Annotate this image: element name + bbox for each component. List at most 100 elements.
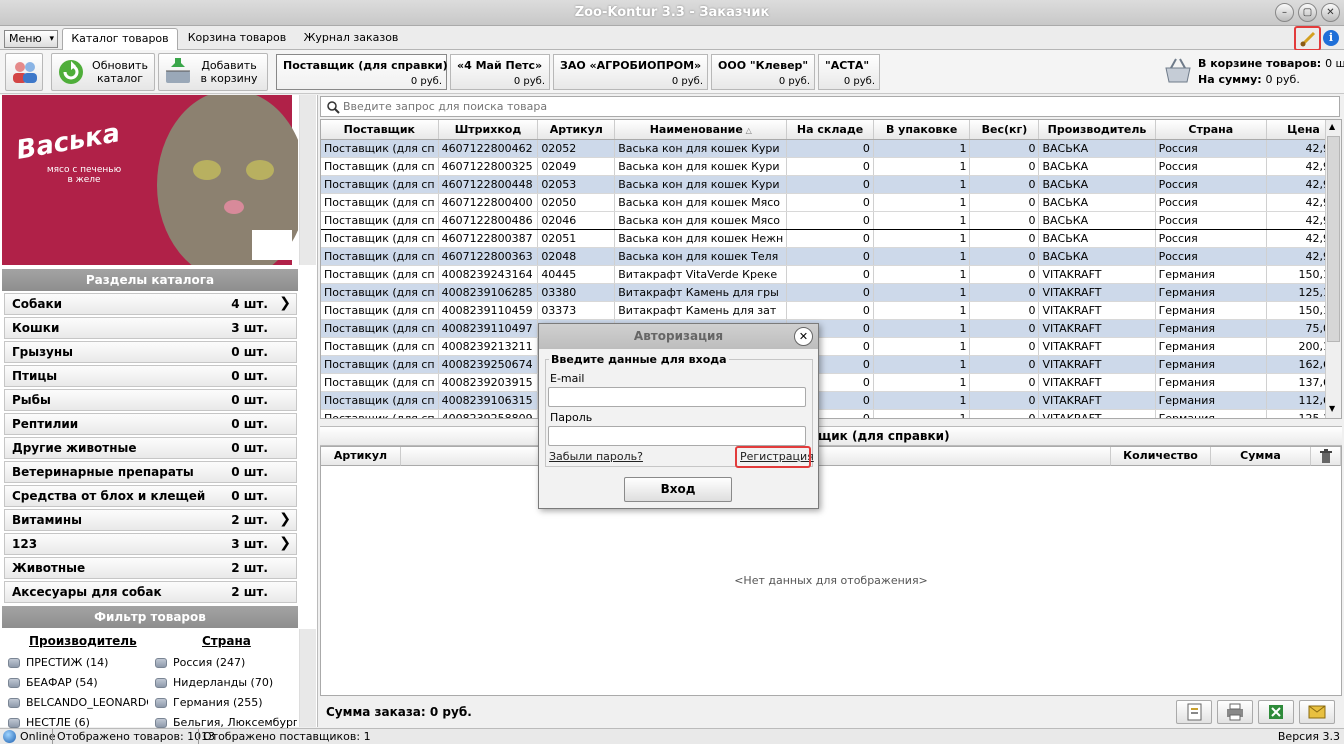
table-row[interactable]: Поставщик (для сп400823910631515010VITAK…	[321, 391, 1341, 410]
column-header[interactable]: Производитель	[1038, 120, 1156, 140]
table-row[interactable]: Поставщик (для сп 4607122800486 02046 Васьк…	[321, 210, 1341, 230]
supplier-tab-0[interactable]: Поставщик (для справки) 0 руб.	[276, 54, 448, 90]
image-scrollbar[interactable]	[299, 95, 316, 265]
login-button[interactable]: Вход	[624, 477, 732, 502]
catalog-item[interactable]: Рептилии 0 шт.	[4, 413, 297, 435]
add-to-cart-button[interactable]: Добавить в корзину	[158, 53, 268, 91]
order-col-delete[interactable]	[1311, 447, 1341, 466]
tab-catalog[interactable]: Каталог товаров	[62, 28, 178, 50]
catalog-item[interactable]: Средства от блох и клещей 0 шт.	[4, 485, 297, 507]
scroll-up-icon[interactable]: ▲	[1329, 122, 1335, 131]
chevron-right-icon[interactable]: ❯	[279, 295, 291, 311]
manufacturer-checkbox[interactable]	[8, 698, 20, 708]
dialog-close-button[interactable]: ✕	[794, 327, 813, 346]
search-input[interactable]	[343, 98, 1333, 115]
manufacturer-checkbox[interactable]	[8, 718, 20, 728]
column-header[interactable]: Наименование △	[614, 120, 788, 140]
status-bar: Online Отображено товаров: 1013 Отображе…	[0, 728, 1344, 744]
table-row[interactable]: Поставщик (для сп 4008239258809 0 1 0 VITAKRA…	[321, 409, 1341, 418]
table-row[interactable]: Поставщик (для сп 4008239243164 40445 Витак…	[321, 265, 1341, 284]
excel-button[interactable]	[1258, 700, 1294, 724]
table-row[interactable]: Поставщик (для сп400823925067414010VITAK…	[321, 355, 1341, 374]
country-checkbox[interactable]	[155, 718, 167, 728]
table-row[interactable]: Поставщик (для сп 4607122800387 02051 Васьк…	[321, 229, 1341, 248]
tab-cart[interactable]: Корзина товаров	[182, 28, 292, 50]
grid-scrollbar[interactable]: ▲ ▼	[1325, 120, 1341, 418]
scroll-thumb[interactable]	[1327, 136, 1340, 342]
catalog-item[interactable]: Рыбы 0 шт.	[4, 389, 297, 411]
minimize-button[interactable]: –	[1275, 3, 1294, 22]
catalog-item[interactable]: Витамины 2 шт. ❯	[4, 509, 297, 531]
users-button[interactable]	[5, 53, 43, 91]
table-row[interactable]: Поставщик (для сп 4607122800325 02049 Васьк…	[321, 157, 1341, 176]
table-row[interactable]: Поставщик (для сп 4008239110459 03373 Витак…	[321, 301, 1341, 320]
chevron-right-icon[interactable]: ❯	[279, 535, 291, 551]
table-cell: 1	[873, 193, 971, 212]
search-box[interactable]	[320, 96, 1340, 117]
table-row[interactable]: Поставщик (для сп 4008239110497 0 1 0 VITAKRA…	[321, 319, 1341, 338]
catalog-item[interactable]: Ветеринарные препараты 0 шт.	[4, 461, 297, 483]
supplier-tab-4[interactable]: "АСТА" 0 руб.	[818, 54, 880, 90]
table-row[interactable]: Поставщик (для сп 4008239203915 0 1 0 VITAKRA…	[321, 373, 1341, 392]
maximize-button[interactable]: ▢	[1298, 3, 1317, 22]
order-col-article[interactable]: Артикул	[321, 447, 401, 466]
catalog-item[interactable]: Кошки 3 шт.	[4, 317, 297, 339]
column-header[interactable]: На складе	[786, 120, 874, 140]
supplier-tab-3[interactable]: ООО "Клевер" 0 руб.	[711, 54, 815, 90]
table-row[interactable]: Поставщик (для сп 4008239213211 0 1 0 VITAKRA…	[321, 337, 1341, 356]
supplier-tab-2[interactable]: ЗАО «АГРОБИОПРОМ» 0 руб.	[553, 54, 708, 90]
table-cell: 1	[873, 229, 971, 248]
table-cell: 1	[873, 283, 971, 302]
manufacturer-checkbox[interactable]	[8, 658, 20, 668]
table-row[interactable]: Поставщик (для сп 4607122800363 02048 Васьк…	[321, 247, 1341, 266]
refresh-catalog-button[interactable]: Обновить каталог	[51, 53, 155, 91]
manufacturer-checkbox[interactable]	[8, 678, 20, 688]
catalog-item-name: Рептилии	[12, 417, 79, 431]
filter-country-label[interactable]: Страна	[202, 634, 251, 648]
order-col-sum[interactable]: Сумма	[1211, 447, 1311, 466]
table-row[interactable]: Поставщик (для сп 4607122800400 02050 Васьк…	[321, 193, 1341, 212]
filter-manufacturer-label[interactable]: Производитель	[29, 634, 137, 648]
column-header[interactable]: Артикул	[537, 120, 616, 140]
catalog-item[interactable]: Животные 2 шт.	[4, 557, 297, 579]
catalog-item[interactable]: Аксесуары для собак 2 шт.	[4, 581, 297, 603]
scroll-down-icon[interactable]: ▼	[1329, 404, 1335, 413]
print-button[interactable]	[1217, 700, 1253, 724]
table-cell: Васька кон для кошек Кури	[614, 157, 788, 176]
supplier-tab-1[interactable]: «4 Май Петс» 0 руб.	[450, 54, 550, 90]
table-cell: 0	[786, 193, 874, 212]
country-checkbox[interactable]	[155, 698, 167, 708]
forgot-password-link[interactable]: Забыли пароль?	[549, 450, 643, 463]
catalog-item[interactable]: Собаки 4 шт. ❯	[4, 293, 297, 315]
table-cell: Поставщик (для сп	[321, 265, 439, 284]
column-header[interactable]: Страна	[1155, 120, 1268, 140]
table-row[interactable]: Поставщик (для сп 4008239106285 03380 Витак…	[321, 283, 1341, 302]
send-order-button[interactable]	[1299, 700, 1335, 724]
report-button[interactable]	[1176, 700, 1212, 724]
table-cell: Германия	[1155, 355, 1268, 374]
catalog-item[interactable]: Другие животные 0 шт.	[4, 437, 297, 459]
status-products: Отображено товаров: 1013	[52, 729, 215, 744]
catalog-item[interactable]: 123 3 шт. ❯	[4, 533, 297, 555]
order-col-qty[interactable]: Количество	[1111, 447, 1211, 466]
column-header[interactable]: Вес(кг)	[969, 120, 1040, 140]
country-checkbox[interactable]	[155, 678, 167, 688]
menu-button[interactable]: Меню ▾	[4, 30, 58, 48]
table-row[interactable]: Поставщик (для сп 4607122800448 02053 Васьк…	[321, 175, 1341, 194]
filter-scrollbar[interactable]	[299, 629, 316, 727]
catalog-item[interactable]: Птицы 0 шт.	[4, 365, 297, 387]
table-cell: 0	[969, 355, 1040, 374]
column-header[interactable]: Поставщик	[321, 120, 439, 140]
country-checkbox[interactable]	[155, 658, 167, 668]
chevron-right-icon[interactable]: ❯	[279, 511, 291, 527]
password-field[interactable]	[548, 426, 806, 446]
column-header[interactable]: Штрихкод	[438, 120, 539, 140]
table-row[interactable]: Поставщик (для сп 4607122800462 02052 Васьк…	[321, 139, 1341, 158]
column-header[interactable]: В упаковке	[873, 120, 971, 140]
info-icon[interactable]: i	[1323, 30, 1339, 46]
email-field[interactable]	[548, 387, 806, 407]
close-button[interactable]: ✕	[1321, 3, 1340, 22]
catalog-item[interactable]: Грызуны 0 шт.	[4, 341, 297, 363]
tab-orders[interactable]: Журнал заказов	[298, 28, 404, 50]
table-cell: 0	[786, 265, 874, 284]
